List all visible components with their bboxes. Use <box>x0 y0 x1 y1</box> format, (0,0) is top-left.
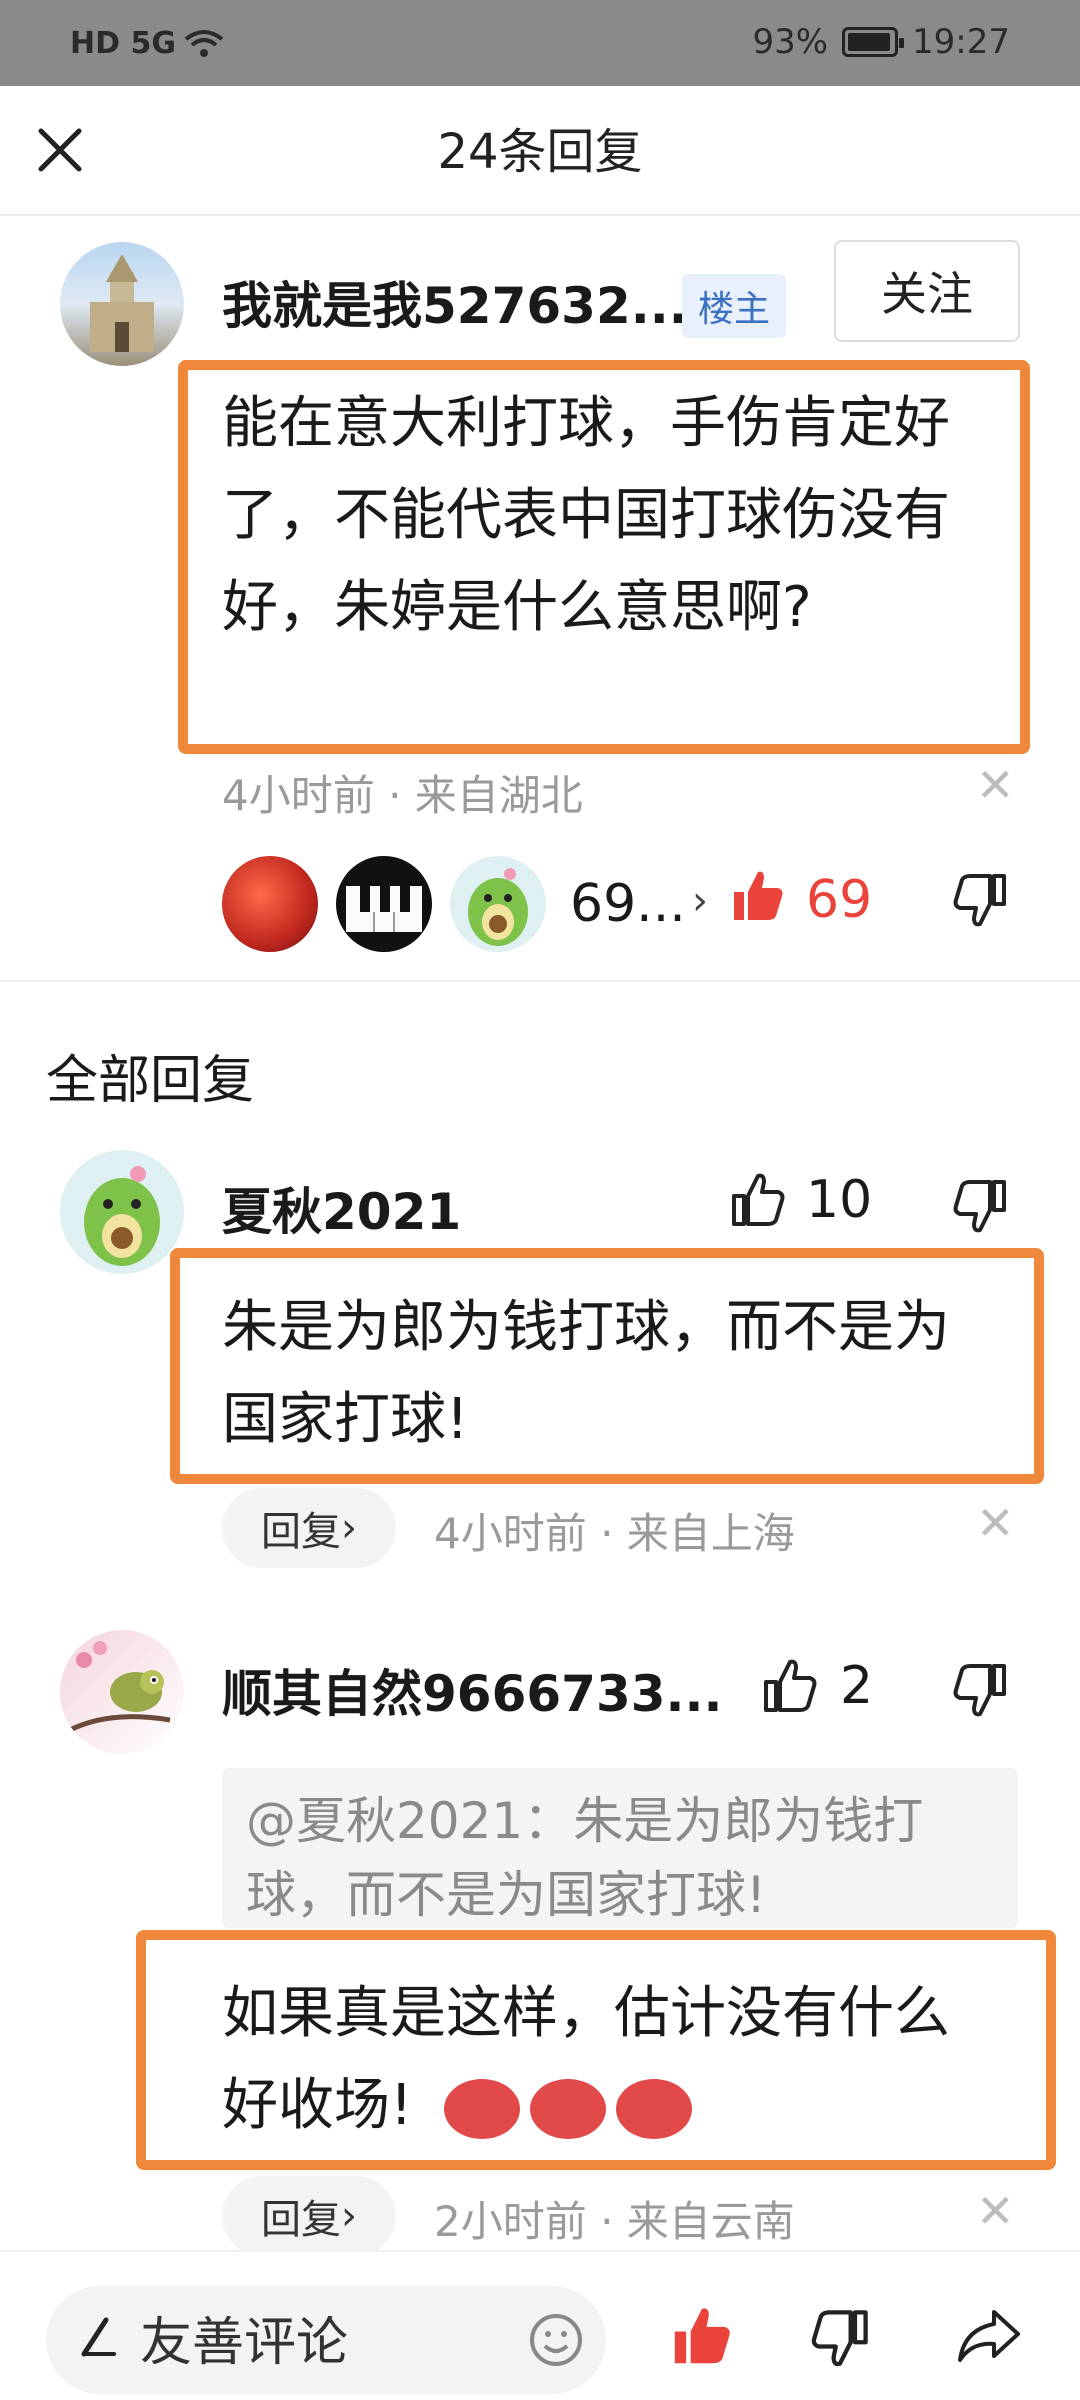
reply-like-count: 10 <box>806 1170 873 1230</box>
network-indicator: HD 5G <box>70 26 224 61</box>
battery-percent: 93% <box>752 22 829 62</box>
share-icon[interactable] <box>954 2306 1024 2366</box>
reply-button-label: 回复 <box>261 1509 341 1555</box>
dismiss-button[interactable]: ✕ <box>976 758 1015 812</box>
thumbs-down-icon[interactable] <box>808 2306 872 2370</box>
battery-icon <box>842 27 905 57</box>
dismiss-button[interactable]: ✕ <box>976 1496 1015 1550</box>
reply-avatar[interactable] <box>60 1630 184 1754</box>
quoted-comment[interactable]: @夏秋2021：朱是为郎为钱打球，而不是为国家打球! <box>222 1768 1018 1928</box>
liker-avatar[interactable] <box>222 856 318 952</box>
status-bar: HD 5G 93% 19:27 <box>0 0 1080 86</box>
liker-avatar[interactable] <box>450 856 546 952</box>
angry-emoji-icon <box>530 2078 607 2139</box>
page-title: 24条回复 <box>437 124 643 180</box>
reply-button-label: 回复 <box>261 2197 341 2243</box>
thumbs-up-filled-icon[interactable] <box>668 2302 736 2370</box>
thumbs-down-icon[interactable] <box>950 1176 1010 1236</box>
reply-button[interactable]: 回复 › <box>222 1488 396 1568</box>
reply-meta: 2小时前 · 来自云南 <box>434 2197 795 2246</box>
reply-username[interactable]: 夏秋2021 <box>222 1172 461 1244</box>
all-replies-heading: 全部回复 <box>46 1051 255 1111</box>
thumbs-up-icon[interactable] <box>760 1656 820 1716</box>
thumbs-up-filled-icon[interactable] <box>728 866 788 926</box>
reply-text-row: 如果真是这样，估计没有什么好收场! <box>222 1968 1002 2152</box>
reply-like-count: 2 <box>840 1656 874 1716</box>
reply-text: 朱是为郎为钱打球，而不是为国家打球! <box>222 1295 950 1452</box>
reply-button[interactable]: 回复 › <box>222 2176 396 2256</box>
thumbs-up-icon[interactable] <box>728 1170 788 1230</box>
pen-icon <box>81 2317 116 2357</box>
thumbs-down-icon[interactable] <box>950 870 1010 930</box>
network-label: HD 5G <box>70 26 176 61</box>
chevron-right-icon: › <box>341 1505 357 1551</box>
thumbs-down-icon[interactable] <box>950 1660 1010 1720</box>
reply-username[interactable]: 顺其自然9666733... <box>222 1654 723 1726</box>
chevron-right-icon[interactable]: › <box>692 878 708 924</box>
op-badge: 楼主 <box>682 274 787 338</box>
angry-emoji-icon <box>616 2078 693 2139</box>
op-comment-text: 能在意大利打球，手伤肯定好了，不能代表中国打球伤没有好，朱婷是什么意思啊? <box>222 391 950 640</box>
op-like-count: 69 <box>806 870 873 930</box>
likers-count[interactable]: 69... <box>570 874 686 934</box>
dismiss-button[interactable]: ✕ <box>976 2184 1015 2238</box>
emoji-icon[interactable] <box>528 2312 584 2368</box>
liker-avatar[interactable] <box>336 856 432 952</box>
angry-emoji-icon <box>444 2078 521 2139</box>
reply-meta: 4小时前 · 来自上海 <box>434 1509 795 1558</box>
op-meta: 4小时前 · 来自湖北 <box>222 771 583 820</box>
op-username[interactable]: 我就是我527632... <box>222 266 688 338</box>
reply-avatar[interactable] <box>60 1150 184 1274</box>
op-avatar[interactable] <box>60 242 184 366</box>
wifi-icon <box>184 29 224 57</box>
chevron-right-icon: › <box>341 2193 357 2239</box>
follow-button[interactable]: 关注 <box>834 240 1020 342</box>
clock: 19:27 <box>912 22 1010 62</box>
section-divider <box>0 980 1080 982</box>
comment-input-placeholder: 友善评论 <box>140 2313 349 2373</box>
